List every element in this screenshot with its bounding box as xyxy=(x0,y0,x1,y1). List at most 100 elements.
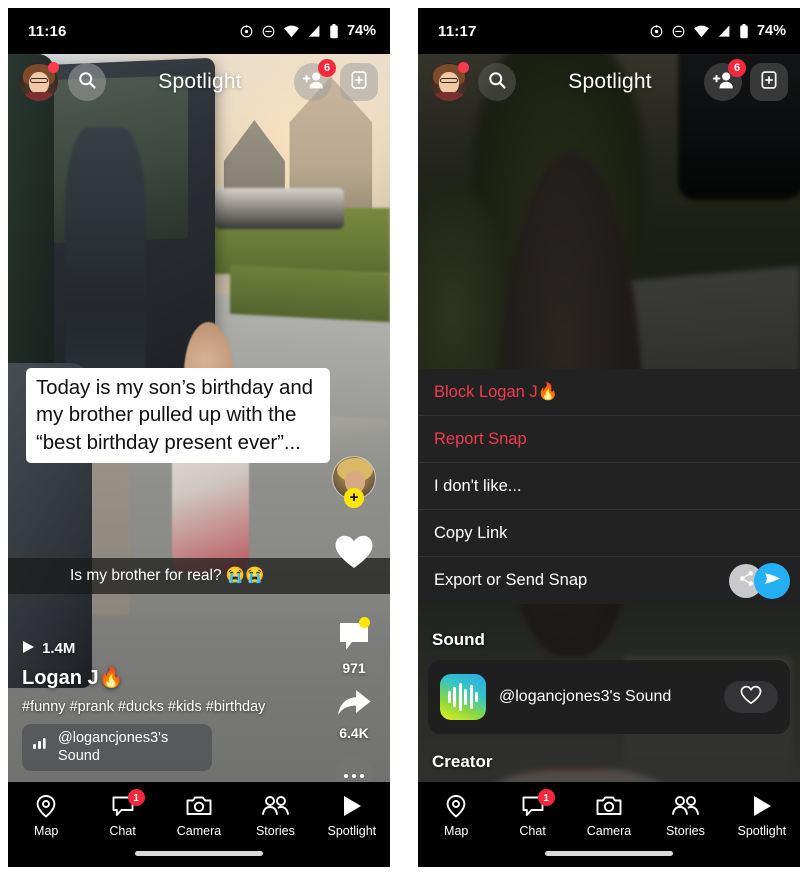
sound-card-name: @logancjones3's Sound xyxy=(499,687,672,705)
spotlight-play-icon xyxy=(751,793,773,819)
menu-item-dont-like[interactable]: I don't like... xyxy=(418,463,800,510)
page-title: Spotlight xyxy=(568,70,652,93)
nav-label-stories: Stories xyxy=(255,824,295,838)
battery-percent: 74% xyxy=(756,23,786,39)
creator-username[interactable]: Logan J🔥 xyxy=(22,665,322,690)
menu-item-copy-link[interactable]: Copy Link xyxy=(418,510,800,557)
camera-icon xyxy=(596,793,622,819)
profile-avatar-button[interactable] xyxy=(430,62,469,101)
nav-label-camera: Camera xyxy=(176,824,222,838)
wifi-icon xyxy=(283,24,300,38)
stories-people-icon xyxy=(261,793,290,819)
header-left-group xyxy=(20,62,106,101)
nav-item-chat[interactable]: 1 Chat xyxy=(494,789,570,838)
snapcode-button[interactable] xyxy=(340,63,378,101)
share-arrow-icon xyxy=(336,688,372,723)
nav-badge-chat: 1 xyxy=(127,789,145,806)
screenshot-canvas: 11:16 74% Spotlight 6 Today is my son’s … xyxy=(0,0,800,875)
status-icons: 74% xyxy=(649,23,786,39)
menu-item-export-send[interactable]: Export or Send Snap xyxy=(418,557,800,604)
play-count: 1.4M xyxy=(42,640,76,658)
nav-item-camera[interactable]: Camera xyxy=(161,793,237,838)
app-header-left: Spotlight 6 xyxy=(8,54,390,110)
creator-avatar-button[interactable]: + xyxy=(332,456,376,508)
camera-icon xyxy=(186,793,212,819)
sound-pill-button[interactable]: @logancjones3's Sound xyxy=(22,723,212,771)
send-paper-plane-icon xyxy=(763,570,782,592)
nav-item-spotlight[interactable]: Spotlight xyxy=(314,793,390,838)
play-count-row: 1.4M xyxy=(22,640,322,658)
add-friend-badge: 6 xyxy=(728,59,746,77)
header-left-group xyxy=(430,62,516,101)
more-dot xyxy=(359,773,365,779)
nav-item-stories[interactable]: Stories xyxy=(237,793,313,838)
profile-avatar-button[interactable] xyxy=(20,62,59,101)
snapcode-icon xyxy=(759,70,779,95)
nav-label-chat: Chat xyxy=(109,824,136,838)
status-time: 11:17 xyxy=(438,22,477,40)
action-rail: + 971 6.4K xyxy=(328,456,380,795)
status-bar-left: 11:16 74% xyxy=(8,8,390,54)
battery-icon xyxy=(329,23,339,39)
favorite-sound-button[interactable] xyxy=(724,681,778,713)
section-title-creator: Creator xyxy=(432,752,493,771)
nav-label-stories: Stories xyxy=(665,824,705,838)
video-cars-shape xyxy=(214,188,345,229)
snapcode-icon xyxy=(349,70,369,95)
add-friend-button[interactable]: 6 xyxy=(704,59,746,101)
avatar-notification-dot xyxy=(48,62,59,73)
play-icon xyxy=(22,640,35,658)
nav-item-map[interactable]: Map xyxy=(8,793,84,838)
location-icon xyxy=(649,24,664,39)
menu-item-report[interactable]: Report Snap xyxy=(418,416,800,463)
sound-pill-label: @logancjones3's Sound xyxy=(58,729,169,764)
like-button[interactable] xyxy=(334,534,374,575)
menu-item-export-send-label: Export or Send Snap xyxy=(434,571,588,589)
add-friend-badge: 6 xyxy=(318,59,336,77)
battery-percent: 74% xyxy=(346,23,376,39)
comment-unread-dot xyxy=(359,617,370,628)
status-time: 11:16 xyxy=(28,22,67,40)
header-right-group: 6 xyxy=(294,59,378,101)
video-hashtags[interactable]: #funny #prank #ducks #kids #birthday xyxy=(22,699,322,715)
comment-button[interactable]: 971 xyxy=(337,617,371,676)
menu-export-actions xyxy=(729,562,790,599)
home-indicator xyxy=(135,851,263,856)
nav-label-spotlight: Spotlight xyxy=(327,824,377,838)
cellular-signal-icon xyxy=(717,24,732,38)
nav-item-spotlight[interactable]: Spotlight xyxy=(724,793,800,838)
search-button[interactable] xyxy=(478,63,516,101)
header-right-group: 6 xyxy=(704,59,788,101)
search-button[interactable] xyxy=(68,63,106,101)
video-lawn2-shape xyxy=(229,265,390,323)
nav-item-map[interactable]: Map xyxy=(418,793,494,838)
location-icon xyxy=(239,24,254,39)
chat-bubble-icon: 1 xyxy=(521,789,555,819)
share-count: 6.4K xyxy=(339,725,369,741)
nav-item-camera[interactable]: Camera xyxy=(571,793,647,838)
section-title-sound: Sound xyxy=(432,630,485,649)
video-info-overlay: 1.4M Logan J🔥 #funny #prank #ducks #kids… xyxy=(22,640,322,771)
snapcode-button[interactable] xyxy=(750,63,788,101)
add-friend-button[interactable]: 6 xyxy=(294,59,336,101)
send-snap-button[interactable] xyxy=(754,562,790,599)
nav-label-map: Map xyxy=(34,824,59,838)
do-not-disturb-icon xyxy=(261,24,276,39)
do-not-disturb-icon xyxy=(671,24,686,39)
nav-item-chat[interactable]: 1 Chat xyxy=(84,789,160,838)
status-icons: 74% xyxy=(239,23,376,39)
status-bar-right: 11:17 74% xyxy=(418,8,800,54)
share-nodes-icon xyxy=(738,570,755,592)
sound-waveform-icon xyxy=(440,674,486,720)
nav-item-stories[interactable]: Stories xyxy=(647,793,723,838)
sound-card[interactable]: @logancjones3's Sound xyxy=(428,660,790,734)
video-caption[interactable]: Today is my son’s birthday and my brothe… xyxy=(26,368,330,463)
stories-people-icon xyxy=(671,793,700,819)
page-title: Spotlight xyxy=(158,70,242,93)
app-header-right: Spotlight 6 xyxy=(418,54,800,110)
menu-item-block[interactable]: Block Logan J🔥 xyxy=(418,369,800,416)
more-dot xyxy=(343,773,349,779)
comment-count: 971 xyxy=(342,660,366,676)
subscribe-button[interactable]: + xyxy=(344,488,364,508)
share-button[interactable]: 6.4K xyxy=(336,688,372,741)
